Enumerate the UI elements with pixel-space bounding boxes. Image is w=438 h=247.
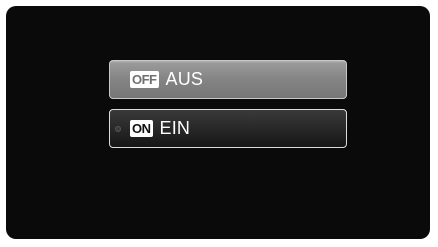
option-label: AUS	[165, 69, 204, 89]
option-ein-button[interactable]: ON EIN	[109, 109, 347, 148]
selection-indicator-icon	[115, 125, 121, 132]
option-label: EIN	[159, 118, 191, 138]
off-badge-icon: OFF	[130, 71, 159, 88]
option-aus-button[interactable]: OFF AUS	[109, 60, 347, 99]
option-menu: OFF AUS ON EIN	[109, 60, 347, 158]
on-badge-icon: ON	[130, 120, 153, 137]
screen-frame: OFF AUS ON EIN	[6, 6, 430, 239]
